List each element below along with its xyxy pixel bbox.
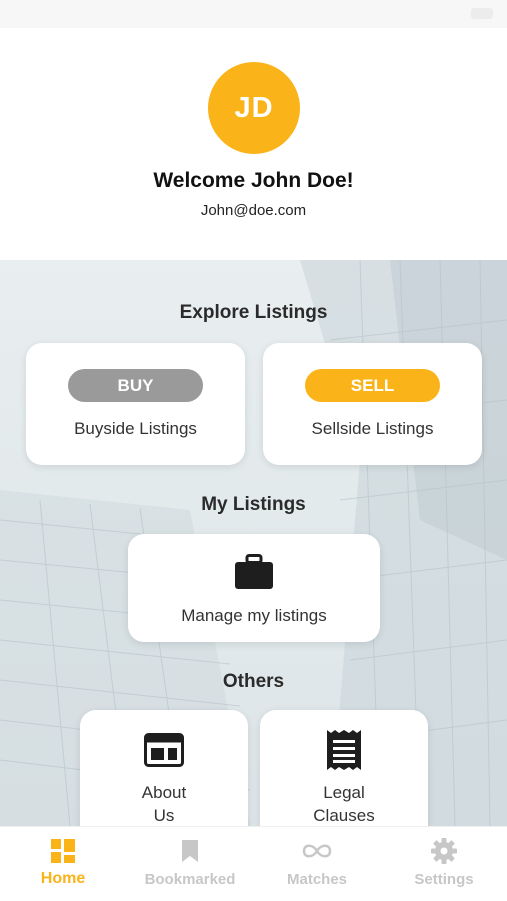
buyside-listings-card[interactable]: BUY Buyside Listings xyxy=(26,343,245,465)
about-us-line2: Us xyxy=(153,806,175,825)
others-title: Others xyxy=(222,671,285,692)
legal-clauses-label: Legal Clauses xyxy=(260,781,428,826)
buy-pill: BUY xyxy=(68,369,203,402)
buyside-listings-label: Buyside Listings xyxy=(74,419,197,438)
infinity-icon xyxy=(302,844,332,858)
tab-bookmarked-label: Bookmarked xyxy=(144,871,236,888)
bookmark-icon xyxy=(182,840,198,862)
sellside-listings-card[interactable]: SELL Sellside Listings xyxy=(263,343,482,465)
tab-settings-label: Settings xyxy=(414,871,474,888)
my-listings-title: My Listings xyxy=(201,494,306,515)
sellside-listings-label: Sellside Listings xyxy=(311,419,434,438)
tab-settings[interactable]: Settings xyxy=(381,827,507,901)
bottom-tab-bar: Home Bookmarked Matches Settings xyxy=(0,826,507,901)
explore-listings-title: Explore Listings xyxy=(179,302,328,323)
tab-bookmarked[interactable]: Bookmarked xyxy=(127,827,253,901)
avatar[interactable]: JD xyxy=(208,62,300,154)
manage-listings-card[interactable]: Manage my listings xyxy=(128,534,380,642)
tab-matches-label: Matches xyxy=(286,871,348,888)
background-buildings: Explore Listings BUY Buyside Listings SE… xyxy=(0,260,507,826)
receipt-icon xyxy=(327,730,361,770)
legal-clauses-card[interactable]: Legal Clauses xyxy=(260,710,428,826)
battery-icon xyxy=(471,8,493,19)
user-email: John@doe.com xyxy=(200,202,307,219)
tab-home-label: Home xyxy=(40,870,86,887)
about-us-card[interactable]: About Us xyxy=(80,710,248,826)
sell-pill: SELL xyxy=(305,369,440,402)
legal-clauses-line2: Clauses xyxy=(313,806,375,825)
tab-matches[interactable]: Matches xyxy=(254,827,380,901)
tab-home[interactable]: Home xyxy=(0,827,126,901)
profile-header: JD Welcome John Doe! John@doe.com xyxy=(0,28,507,260)
window-icon xyxy=(144,733,184,767)
status-bar xyxy=(0,0,507,28)
briefcase-icon xyxy=(235,554,273,589)
home-grid-icon xyxy=(51,839,75,863)
manage-listings-label: Manage my listings xyxy=(181,606,327,625)
gear-icon xyxy=(431,838,457,864)
about-us-line1: About xyxy=(141,783,187,802)
legal-clauses-line1: Legal xyxy=(323,783,365,802)
about-us-label: About Us xyxy=(80,781,248,826)
welcome-text: Welcome John Doe! xyxy=(153,169,354,192)
